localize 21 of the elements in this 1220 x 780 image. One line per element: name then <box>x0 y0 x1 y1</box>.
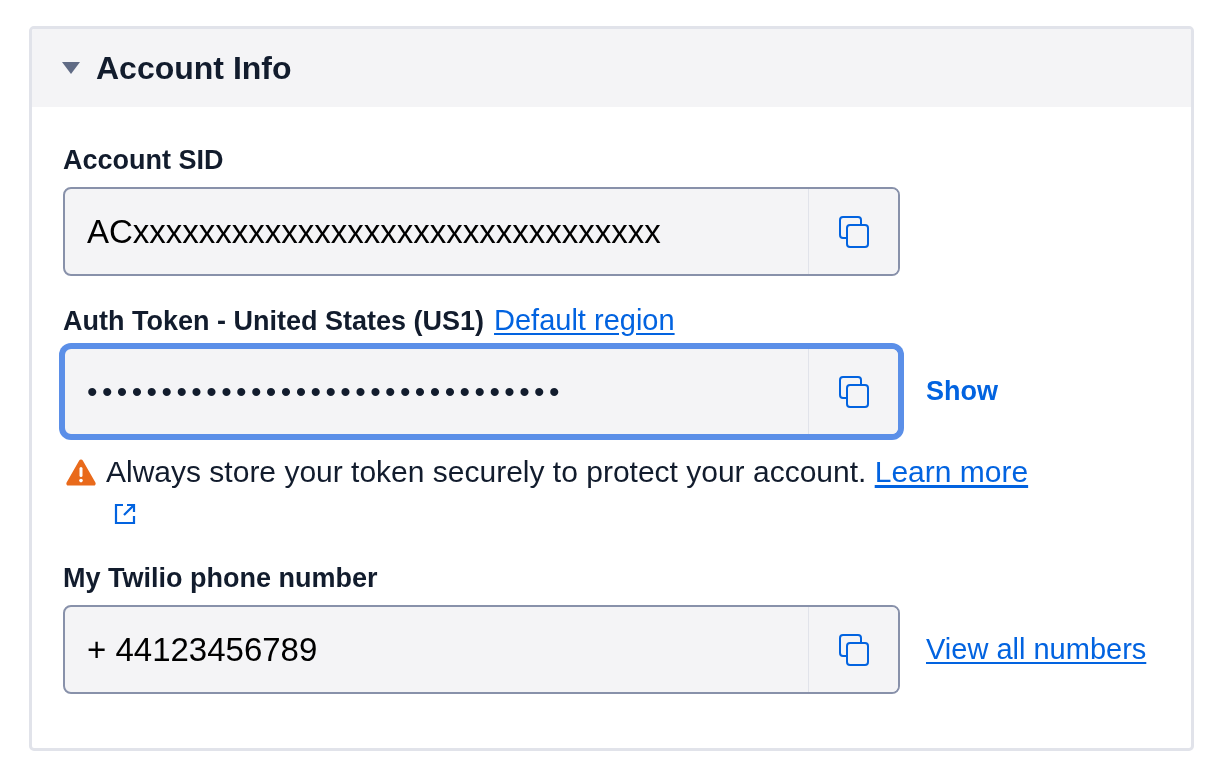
learn-more-link[interactable]: Learn more <box>874 455 1029 488</box>
warning-message: Always store your token securely to protect your account. Learn more <box>106 454 1029 490</box>
show-button[interactable]: Show <box>926 376 998 407</box>
copy-button[interactable] <box>808 189 898 274</box>
copy-button[interactable] <box>808 349 898 434</box>
field-label: Auth Token - United States (US1) <box>63 306 485 336</box>
field-label: My Twilio phone number <box>63 563 378 593</box>
text-field[interactable]: + 44123456789 <box>63 605 900 694</box>
panel-header[interactable]: Account Info <box>32 29 1191 107</box>
view-all-numbers-link[interactable]: View all numbers <box>926 633 1147 666</box>
external-link-icon[interactable] <box>114 503 136 525</box>
warning-icon <box>66 459 96 486</box>
text-field[interactable]: ACxxxxxxxxxxxxxxxxxxxxxxxxxxxxxxxx <box>63 187 900 276</box>
copy-button[interactable] <box>808 607 898 692</box>
field-label: Account SID <box>63 145 224 175</box>
panel-title: Account Info <box>96 49 292 87</box>
copy-icon <box>838 375 869 408</box>
default-region-link[interactable]: Default region <box>494 305 675 335</box>
copy-icon <box>838 215 869 248</box>
copy-icon <box>838 633 869 666</box>
caret-icon[interactable] <box>62 62 80 74</box>
